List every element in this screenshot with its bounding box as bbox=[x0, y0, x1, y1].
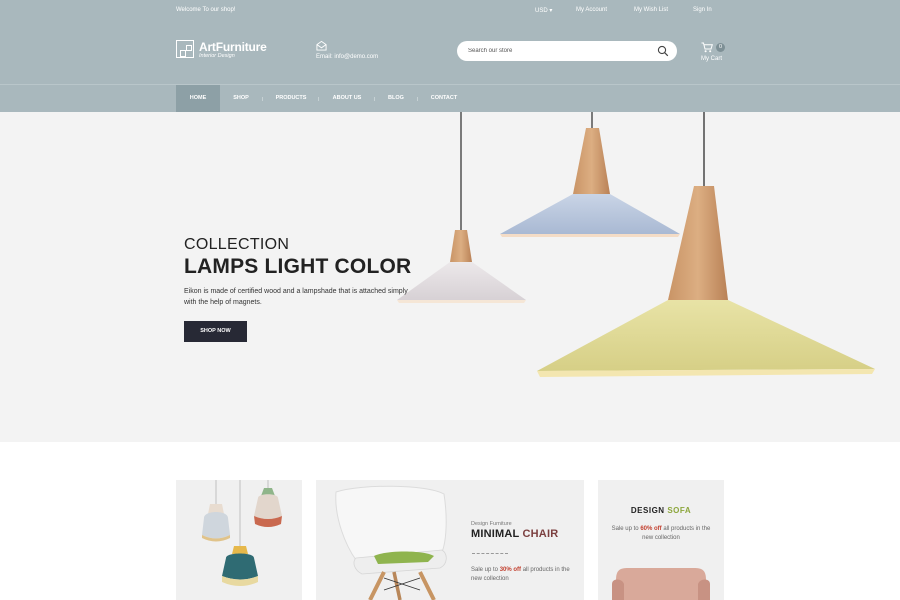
sofa-banner-desc: Sale up to 60% off all products in the n… bbox=[606, 525, 716, 543]
nav-item-shop[interactable]: SHOP bbox=[226, 85, 256, 112]
cart-label: My Cart bbox=[701, 56, 722, 62]
banner-chair[interactable]: Design Furniture MINIMAL CHAIR Sale up t… bbox=[316, 480, 584, 600]
currency-selector[interactable]: USD ▾ bbox=[535, 7, 552, 14]
desc-text: Sale up to bbox=[611, 526, 641, 532]
discount-text: 30% off bbox=[499, 567, 522, 573]
cart-icon bbox=[701, 42, 713, 53]
site-header: Welcome To our shop! USD ▾ My Account My… bbox=[0, 0, 900, 112]
hero-description: Eikon is made of certified wood and a la… bbox=[184, 288, 408, 306]
hero-subtitle: COLLECTION bbox=[184, 236, 290, 253]
logo-icon bbox=[176, 40, 194, 58]
banner-lamps-image bbox=[202, 480, 282, 586]
hero-banner: COLLECTION LAMPS LIGHT COLOR Eikon is ma… bbox=[0, 112, 900, 442]
logo-tagline: Interior Design bbox=[199, 53, 235, 59]
nav-item-about-us[interactable]: ABOUT US bbox=[326, 85, 368, 112]
banner-sofa[interactable]: DESIGN SOFA Sale up to 60% off all produ… bbox=[598, 480, 724, 600]
search-bar bbox=[457, 41, 677, 61]
banner-lamps[interactable] bbox=[176, 480, 302, 600]
search-input[interactable] bbox=[468, 45, 648, 57]
nav-separator bbox=[374, 97, 375, 101]
chair-title-main: MINIMAL bbox=[471, 528, 523, 540]
chair-banner-small: Design Furniture bbox=[471, 521, 512, 527]
email-icon bbox=[316, 40, 327, 51]
my-account-link[interactable]: My Account bbox=[576, 7, 607, 13]
sofa-title-accent: SOFA bbox=[667, 506, 692, 515]
welcome-text: Welcome To our shop! bbox=[176, 7, 236, 13]
chair-banner-desc: Sale up to 30% off all products in the n… bbox=[471, 566, 571, 584]
chair-banner-title: MINIMAL CHAIR bbox=[471, 528, 558, 540]
nav-item-products[interactable]: PRODUCTS bbox=[269, 85, 313, 112]
sofa-banner-title: DESIGN SOFA bbox=[598, 506, 724, 515]
nav-separator bbox=[417, 97, 418, 101]
cart-count-badge: 0 bbox=[716, 43, 725, 52]
logo[interactable]: ArtFurniture Interior Design bbox=[176, 40, 276, 62]
logo-name: ArtFurniture bbox=[199, 40, 267, 54]
divider bbox=[472, 553, 508, 555]
cart-button[interactable]: 0 My Cart bbox=[700, 42, 730, 66]
sofa-title-main: DESIGN bbox=[630, 506, 668, 515]
nav-item-contact[interactable]: CONTACT bbox=[424, 85, 464, 112]
hero-lamps-image bbox=[397, 112, 875, 377]
banner-sofa-image bbox=[612, 568, 710, 600]
search-icon[interactable] bbox=[657, 45, 669, 57]
sign-in-link[interactable]: Sign In bbox=[693, 7, 712, 13]
nav-separator bbox=[262, 97, 263, 101]
desc-text: Sale up to bbox=[471, 567, 500, 573]
wishlist-link[interactable]: My Wish List bbox=[634, 7, 668, 13]
nav-item-blog[interactable]: BLOG bbox=[381, 85, 411, 112]
hero-title: LAMPS LIGHT COLOR bbox=[184, 255, 412, 278]
chair-title-accent: CHAIR bbox=[522, 528, 559, 540]
contact-email: Email: info@demo.com bbox=[316, 54, 379, 60]
main-nav: HOME SHOP PRODUCTS ABOUT US BLOG CONTACT bbox=[0, 84, 900, 112]
shop-now-button[interactable]: SHOP NOW bbox=[184, 321, 247, 342]
discount-text: 60% off bbox=[640, 526, 662, 532]
nav-separator bbox=[318, 97, 319, 101]
nav-item-home[interactable]: HOME bbox=[176, 85, 220, 112]
banner-chair-image bbox=[335, 485, 447, 600]
